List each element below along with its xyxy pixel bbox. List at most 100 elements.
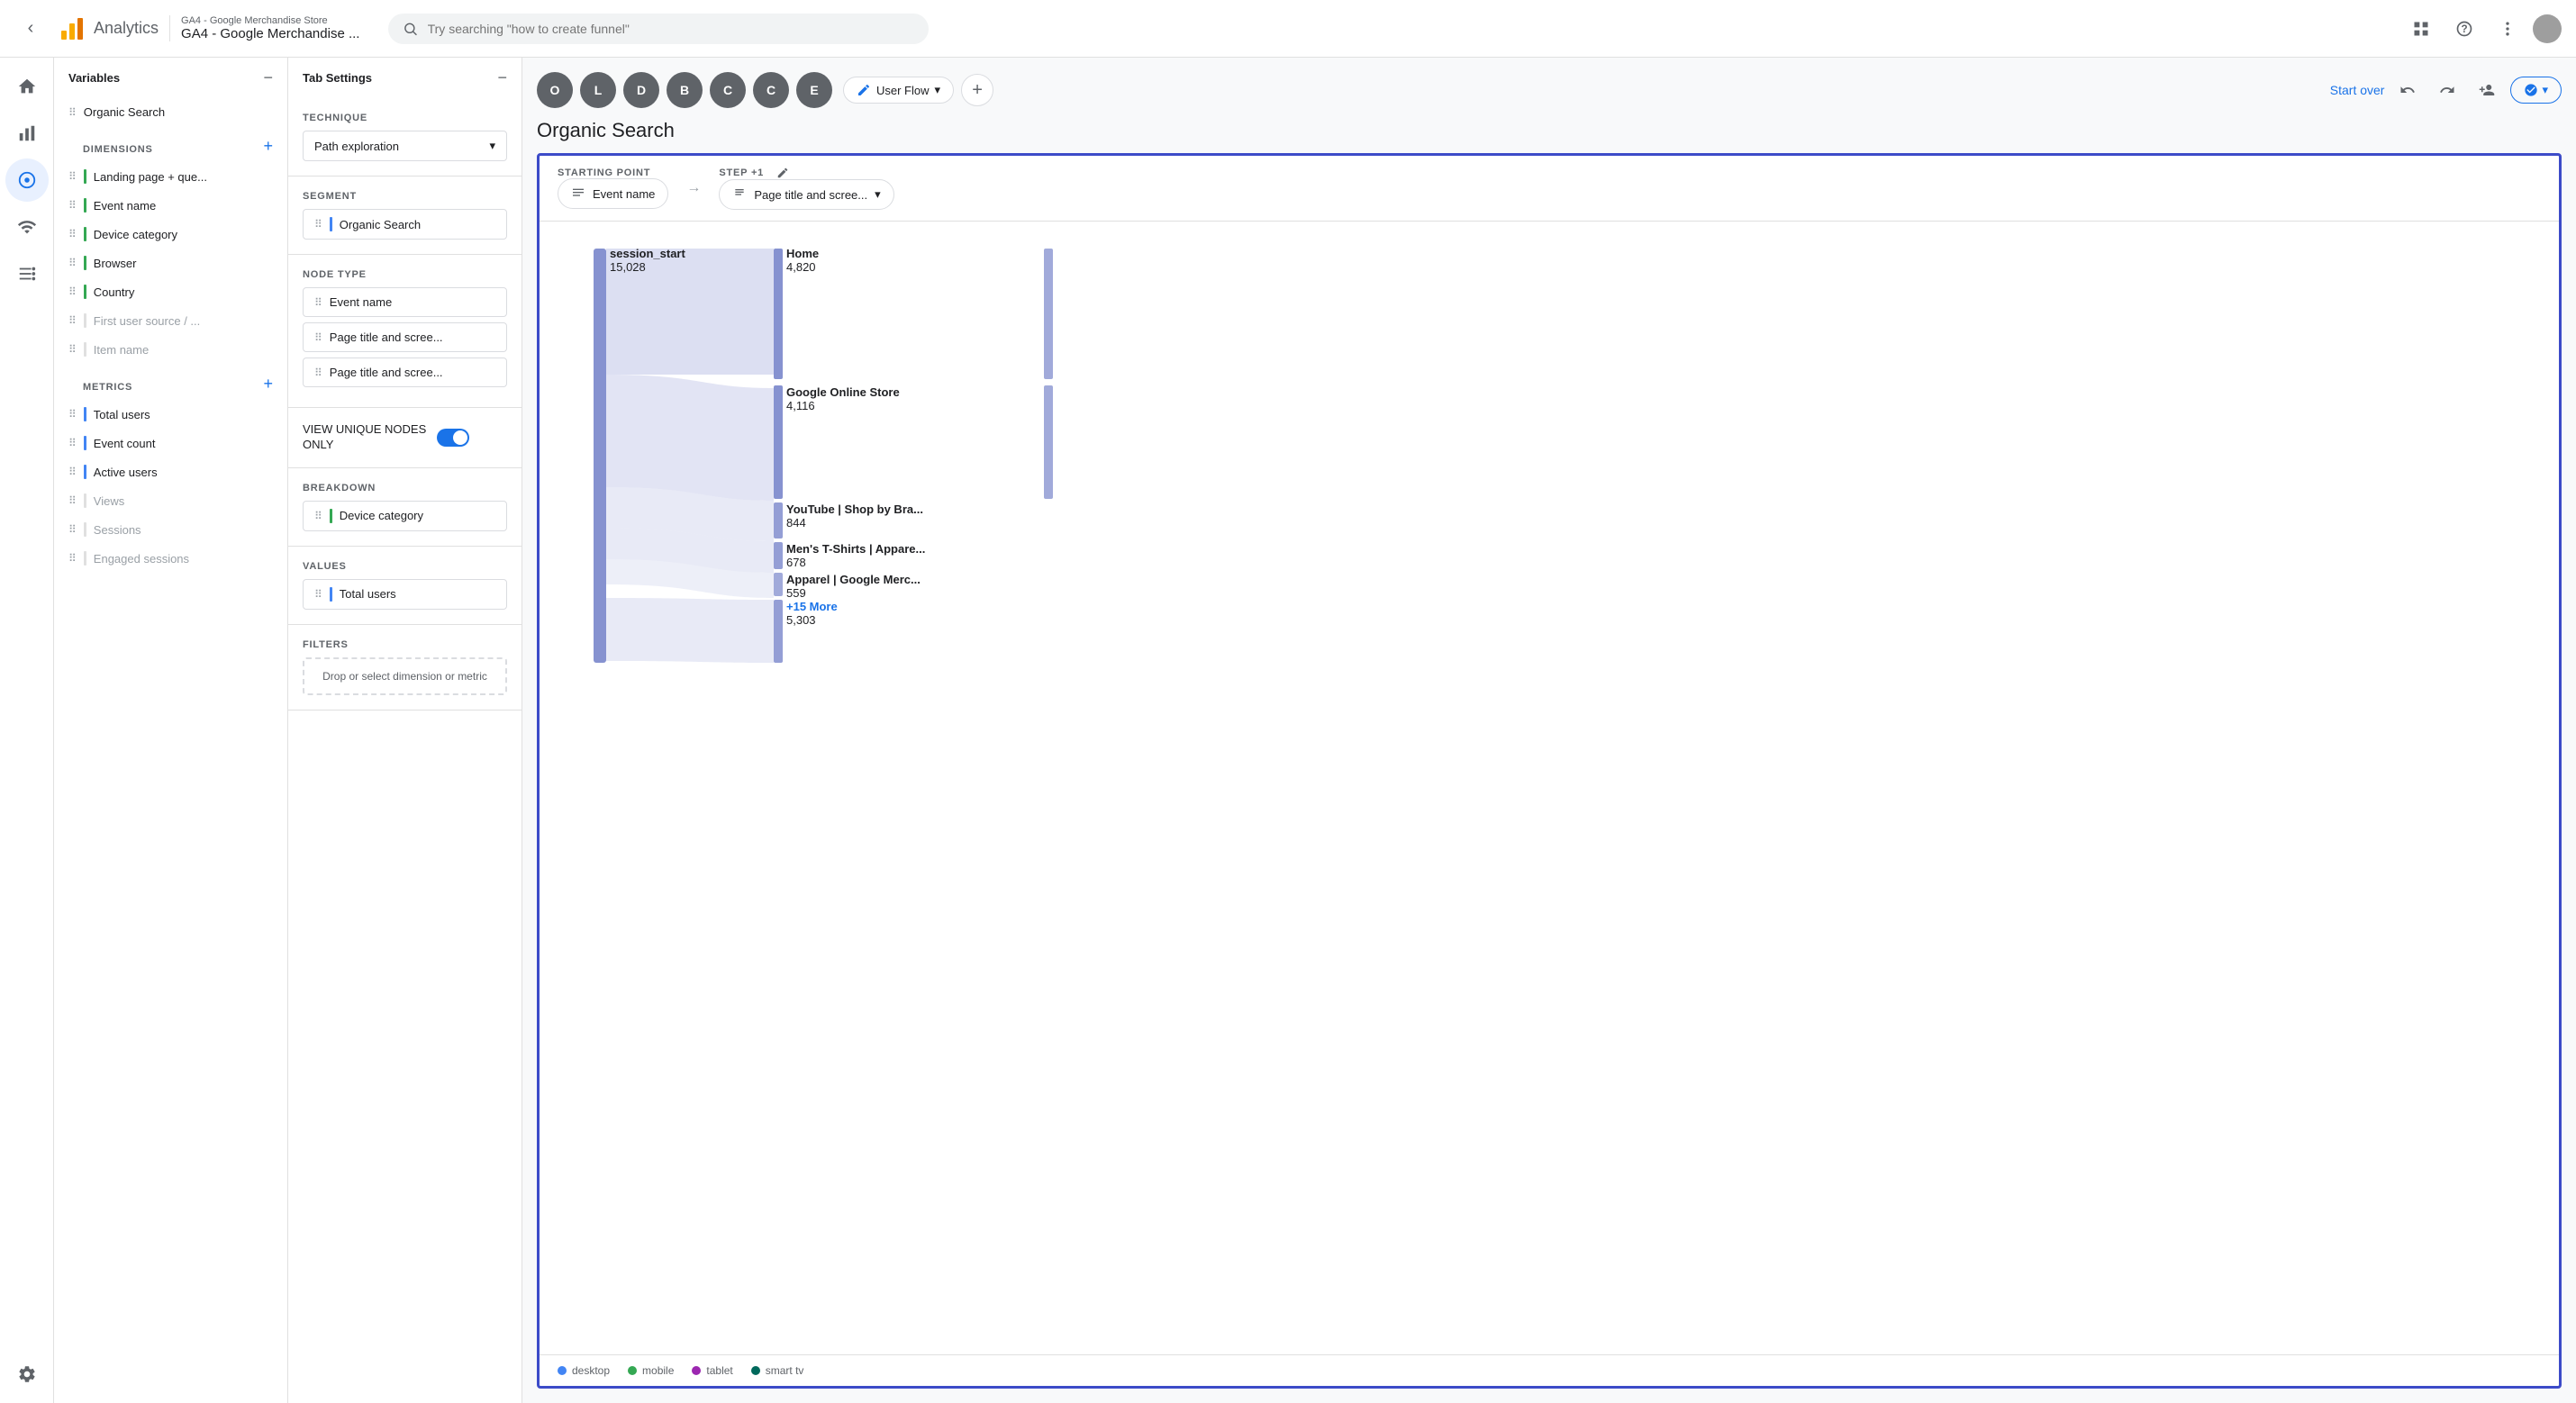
avatar[interactable] [2533, 14, 2562, 43]
segment-l-button[interactable]: L [580, 72, 616, 108]
metric-views-label: Views [94, 494, 124, 508]
dim-country[interactable]: ⠿ Country [54, 277, 287, 306]
svg-text:?: ? [2461, 23, 2467, 35]
metric-total-users-label: Total users [94, 408, 150, 421]
bar-chart-icon [17, 123, 37, 143]
user-flow-label: User Flow [876, 84, 930, 97]
start-node-label: session_start 15,028 [610, 247, 685, 274]
segment-b-button[interactable]: B [667, 72, 703, 108]
values-item[interactable]: ⠿ Total users [303, 579, 507, 610]
dim-browser[interactable]: ⠿ Browser [54, 249, 287, 277]
metric-engaged-sessions[interactable]: ⠿ Engaged sessions [54, 544, 287, 573]
dim-landing-page[interactable]: ⠿ Landing page + que... [54, 162, 287, 191]
metric-active-users[interactable]: ⠿ Active users [54, 457, 287, 486]
sidebar-list-button[interactable] [5, 252, 49, 295]
variables-collapse-icon[interactable]: − [263, 68, 273, 87]
dim-first-user[interactable]: ⠿ First user source / ... [54, 306, 287, 335]
breakdown-item[interactable]: ⠿ Device category [303, 501, 507, 531]
add-user-button[interactable] [2471, 74, 2503, 106]
segment-o-button[interactable]: O [537, 72, 573, 108]
node-value-0: Event name [330, 295, 392, 309]
starting-point-selector[interactable]: Event name [558, 178, 668, 209]
metric-bar-blue [84, 407, 86, 421]
segment-item[interactable]: ⠿ Organic Search [303, 209, 507, 240]
dim-device-category[interactable]: ⠿ Device category [54, 220, 287, 249]
more-vert-icon [2499, 20, 2517, 38]
dim-country-label: Country [94, 285, 135, 299]
node-item-2[interactable]: ⠿ Page title and scree... [303, 358, 507, 387]
user-flow-dropdown[interactable]: User Flow ▾ [843, 77, 954, 104]
metric-event-count[interactable]: ⠿ Event count [54, 429, 287, 457]
segment-c1-button[interactable]: C [710, 72, 746, 108]
metric-sessions[interactable]: ⠿ Sessions [54, 515, 287, 544]
start-over-button[interactable]: Start over [2330, 83, 2385, 97]
view-unique-section: VIEW UNIQUE NODESONLY [288, 408, 522, 468]
sidebar-home-button[interactable] [5, 65, 49, 108]
metrics-list: ⠿ Total users ⠿ Event count ⠿ Active use… [54, 400, 287, 573]
segment-value: Organic Search [340, 218, 421, 231]
values-section: VALUES ⠿ Total users [288, 547, 522, 625]
left-panel: Variables − ⠿ Organic Search DIMENSIONS … [54, 58, 522, 1403]
step-more-value: 5,303 [786, 613, 838, 627]
search-input[interactable] [428, 22, 915, 36]
node-item-1[interactable]: ⠿ Page title and scree... [303, 322, 507, 352]
legend-row: desktop mobile tablet smart tv [540, 1354, 2559, 1386]
breakdown-label: BREAKDOWN [303, 483, 507, 493]
values-value: Total users [340, 587, 396, 601]
list-icon [17, 264, 37, 284]
add-dimension-icon[interactable]: + [263, 137, 273, 156]
settings-button[interactable] [5, 1353, 49, 1396]
segment-d-button[interactable]: D [623, 72, 659, 108]
step-plus1-selector[interactable]: Page title and scree... ▾ [719, 179, 893, 210]
dim-event-name[interactable]: ⠿ Event name [54, 191, 287, 220]
undo-button[interactable] [2391, 74, 2424, 106]
main-container: Variables − ⠿ Organic Search DIMENSIONS … [54, 58, 2576, 1403]
dim-bar-green-2 [84, 198, 86, 213]
apply-button[interactable]: ▾ [2510, 77, 2562, 104]
apply-label: ▾ [2542, 83, 2548, 97]
metric-total-users[interactable]: ⠿ Total users [54, 400, 287, 429]
property-main: GA4 - Google Merchandise ... [181, 26, 359, 41]
sidebar-advertising-button[interactable] [5, 205, 49, 249]
back-button[interactable]: ‹ [14, 13, 47, 45]
step-edit-icon[interactable] [776, 167, 789, 179]
legend-desktop-dot [558, 1366, 567, 1375]
variable-organic-search: Organic Search [84, 105, 165, 119]
technique-dropdown[interactable]: Path exploration ▾ [303, 131, 507, 161]
breakdown-section: BREAKDOWN ⠿ Device category [288, 468, 522, 547]
metric-views[interactable]: ⠿ Views [54, 486, 287, 515]
help-icon-button[interactable]: ? [2446, 11, 2482, 47]
step-node-more[interactable]: +15 More 5,303 [786, 600, 838, 627]
redo-button[interactable] [2431, 74, 2463, 106]
technique-label: TECHNIQUE [303, 113, 507, 123]
view-unique-label: VIEW UNIQUE NODESONLY [303, 422, 426, 453]
legend-mobile-dot [628, 1366, 637, 1375]
sidebar-explore-button[interactable] [5, 158, 49, 202]
tab-settings-collapse-icon[interactable]: − [497, 68, 507, 87]
dim-landing-page-label: Landing page + que... [94, 170, 207, 184]
filter-drop-zone[interactable]: Drop or select dimension or metric [303, 657, 507, 695]
search-bar[interactable] [388, 14, 929, 44]
grid-icon-button[interactable] [2403, 11, 2439, 47]
dim-bar-disabled-2 [84, 342, 86, 357]
variables-header: Variables − [54, 58, 287, 98]
more-icon-button[interactable] [2490, 11, 2526, 47]
add-step-button[interactable]: + [961, 74, 993, 106]
sidebar-reports-button[interactable] [5, 112, 49, 155]
step-more-label[interactable]: +15 More [786, 600, 838, 613]
segment-c2-button[interactable]: C [753, 72, 789, 108]
segment-e-button[interactable]: E [796, 72, 832, 108]
person-add-icon [2479, 82, 2495, 98]
node-value-2: Page title and scree... [330, 366, 443, 379]
dim-item-name[interactable]: ⠿ Item name [54, 335, 287, 364]
legend-smart-tv-dot [751, 1366, 760, 1375]
add-metric-icon[interactable]: + [263, 375, 273, 394]
node-item-0[interactable]: ⠿ Event name [303, 287, 507, 317]
path-canvas: STARTING POINT Event name → STEP +1 [537, 153, 2562, 1389]
legend-tablet: tablet [692, 1364, 732, 1377]
dim-bar-disabled [84, 313, 86, 328]
variable-search-item[interactable]: ⠿ Organic Search [54, 98, 287, 126]
view-unique-toggle[interactable] [437, 429, 469, 447]
analytics-logo-icon [58, 14, 86, 43]
filters-section: FILTERS Drop or select dimension or metr… [288, 625, 522, 711]
